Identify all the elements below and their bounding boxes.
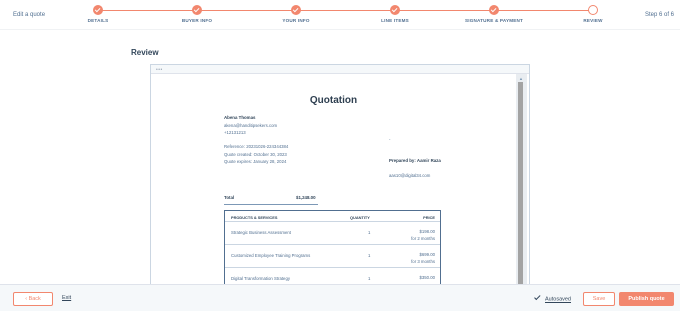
step-label: SIGNATURE & PAYMENT (464, 18, 524, 23)
column-header: QUANTITY (350, 214, 370, 220)
total-value: $1,248.00 (296, 195, 316, 200)
table-row: Customized Employee Training Programs 1 … (225, 245, 440, 268)
item-quantity: 1 (368, 230, 371, 235)
check-icon (534, 293, 541, 300)
step-buyer-info[interactable]: BUYER INFO (162, 5, 232, 23)
item-name: Customized Employee Training Programs (231, 253, 311, 258)
table-header: PRODUCTS & SERVICES QUANTITY PRICE (225, 211, 440, 222)
quote-document: Quotation Abena Thomas akena@handitipsek… (151, 74, 516, 284)
item-name: Digital Transformation Strategy (231, 276, 290, 281)
step-signature-payment[interactable]: SIGNATURE & PAYMENT (459, 5, 529, 23)
current-step-icon (588, 5, 598, 15)
prepared-by: Prepared by: Aamir Raza (389, 158, 441, 163)
autosaved-label: Autosaved (545, 296, 571, 303)
step-details[interactable]: DETAILS (63, 5, 133, 23)
quote-expires: Quote expires: January 28, 2024 (224, 159, 287, 164)
item-term: for 3 months (411, 259, 435, 264)
item-price: $350.00 (419, 275, 435, 280)
scrollbar-thumb[interactable] (518, 82, 523, 284)
quote-reference: Reference: 20231026-224344384 (224, 144, 289, 149)
step-label: LINE ITEMS (381, 18, 409, 23)
save-button[interactable]: Save (583, 292, 615, 306)
step-label: YOUR INFO (282, 18, 310, 23)
table-row: Digital Transformation Strategy 1 $350.0… (225, 268, 440, 284)
check-icon (93, 5, 103, 15)
item-price: $699.00 (419, 252, 435, 257)
item-term: for 2 months (411, 236, 435, 241)
column-header: PRODUCTS & SERVICES (231, 214, 278, 220)
total-divider (224, 204, 318, 205)
buyer-phone: +12131213 (224, 130, 246, 135)
buyer-email: akena@handitipsekers.com (224, 123, 278, 128)
more-icon: ••• (156, 67, 163, 73)
separator: - (389, 137, 391, 142)
buyer-name: Abena Thomas (224, 115, 256, 120)
quote-created: Quote created: October 30, 2023 (224, 152, 287, 157)
total-label: Total (224, 195, 235, 200)
publish-quote-button[interactable]: Publish quote (619, 292, 674, 306)
line-items-table: PRODUCTS & SERVICES QUANTITY PRICE Strat… (224, 210, 441, 284)
check-icon (390, 5, 400, 15)
quote-title: Quotation (309, 95, 358, 106)
step-count: Step 6 of 6 (644, 12, 674, 18)
exit-link[interactable]: Exit (62, 295, 71, 301)
section-title: Review (131, 48, 159, 57)
back-button[interactable]: ‹ Back (13, 292, 53, 306)
check-icon (291, 5, 301, 15)
column-header: PRICE (423, 214, 435, 220)
seller-email: aas10@digital34.com (389, 173, 431, 178)
table-row: Strategic Business Assessment 1 $198.00 … (225, 222, 440, 245)
quote-preview-frame: ••• Quotation Abena Thomas akena@handiti… (150, 64, 530, 285)
item-price: $198.00 (419, 229, 435, 234)
step-your-info[interactable]: YOUR INFO (261, 5, 331, 23)
step-label: BUYER INFO (181, 18, 213, 23)
item-name: Strategic Business Assessment (231, 230, 291, 235)
check-icon (489, 5, 499, 15)
preview-header: ••• (151, 65, 529, 74)
top-bar: Edit a quote DETAILS BUYER INFO YOUR INF… (0, 0, 680, 30)
step-review[interactable]: REVIEW (558, 5, 628, 23)
autosaved-status[interactable]: Autosaved (534, 293, 571, 303)
item-quantity: 1 (368, 276, 371, 281)
item-quantity: 1 (368, 253, 371, 258)
scroll-up-icon[interactable]: ▲ (519, 76, 523, 81)
page-title: Edit a quote (13, 12, 46, 18)
chevron-left-icon: ‹ (25, 296, 28, 302)
check-icon (192, 5, 202, 15)
step-line-items[interactable]: LINE ITEMS (360, 5, 430, 23)
back-label: Back (28, 296, 41, 302)
progress-stepper: DETAILS BUYER INFO YOUR INFO LINE ITEMS … (88, 5, 602, 25)
step-label: DETAILS (87, 18, 109, 23)
bottom-action-bar: ‹ Back Exit Autosaved Save Publish quote (0, 284, 680, 311)
step-label: REVIEW (583, 18, 603, 23)
